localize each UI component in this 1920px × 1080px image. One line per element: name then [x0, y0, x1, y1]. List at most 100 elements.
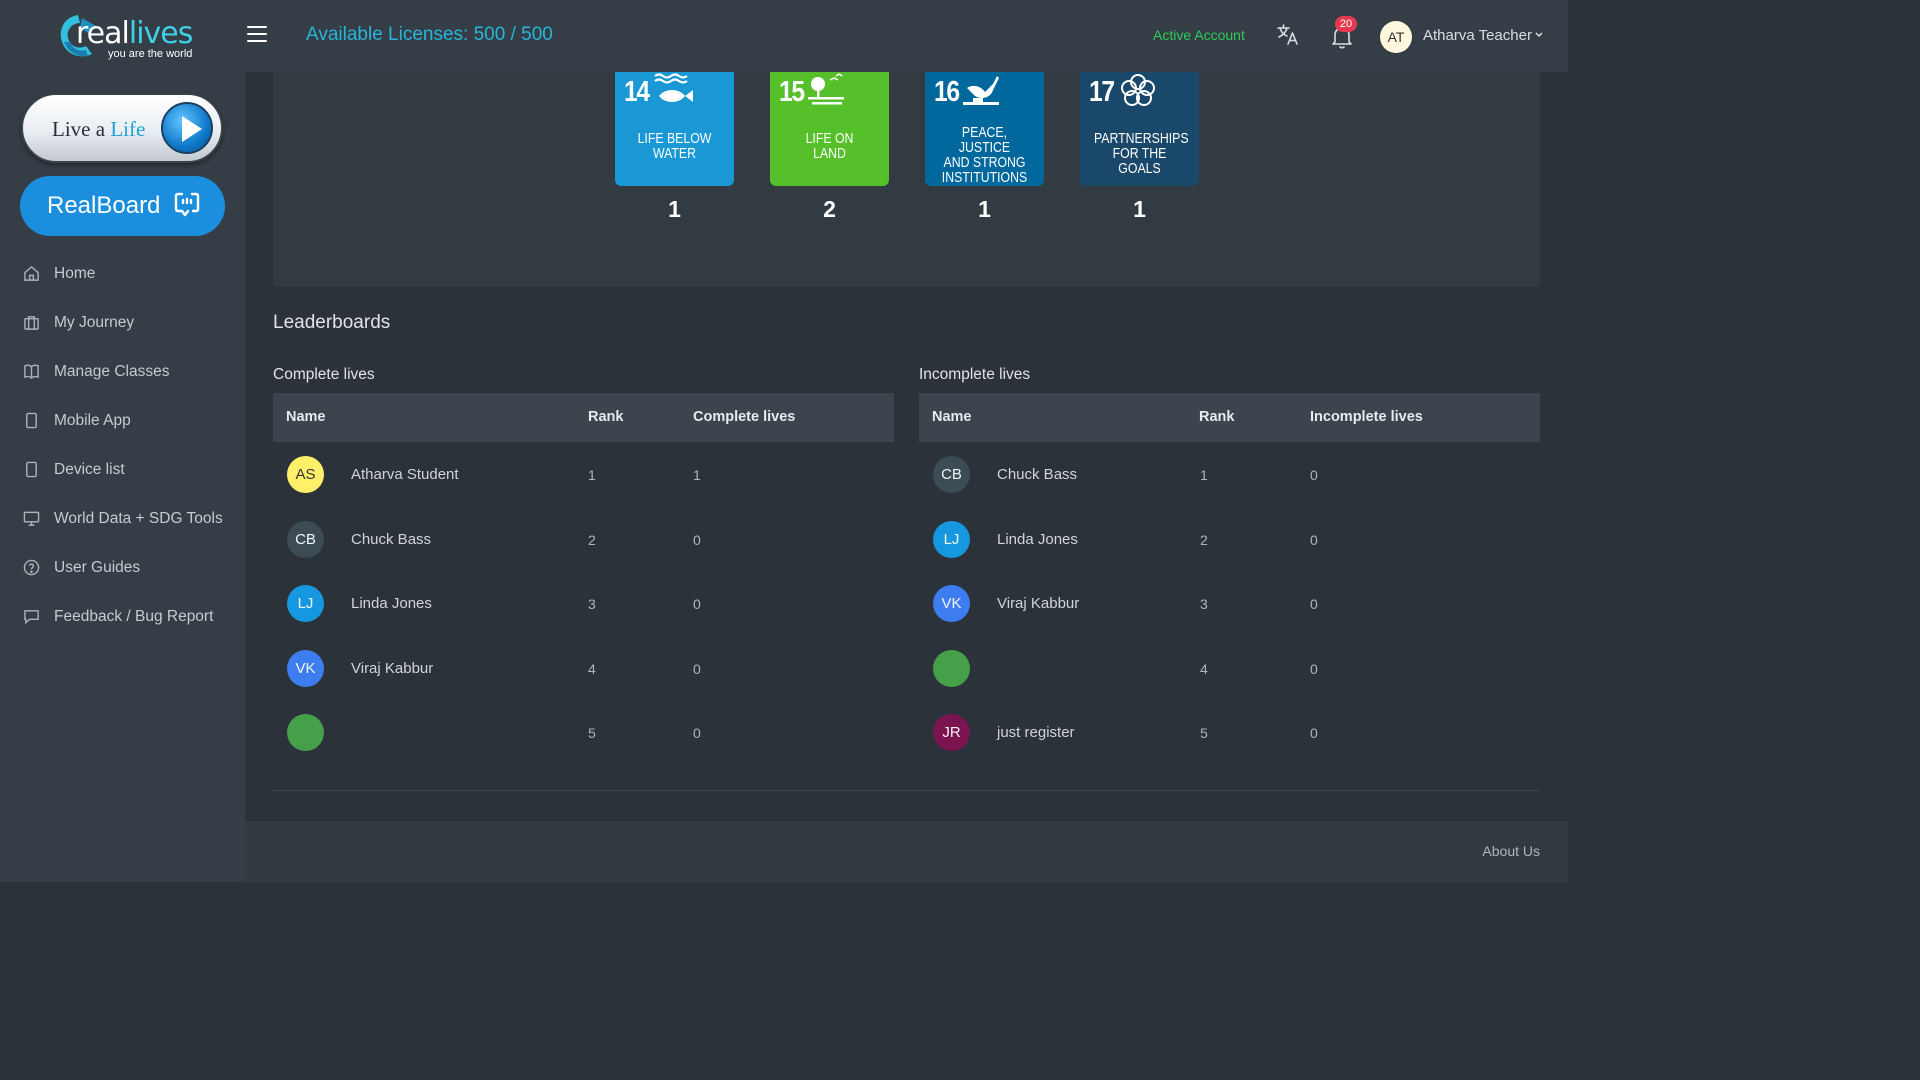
rank-value: 1	[1200, 467, 1208, 483]
notification-badge: 20	[1335, 16, 1357, 32]
device-icon	[26, 461, 37, 478]
book-icon	[24, 364, 39, 380]
help-circle-icon	[23, 559, 40, 576]
leaderboards-heading: Leaderboards	[273, 312, 391, 333]
rank-value: 5	[1200, 725, 1208, 741]
sdg-number: 16	[934, 76, 960, 108]
message-icon	[24, 610, 39, 625]
translate-icon[interactable]	[1276, 23, 1300, 47]
sidebar-item-my-journey[interactable]: My Journey	[0, 298, 245, 347]
sidebar-item-feedback[interactable]: Feedback / Bug Report	[0, 592, 245, 641]
lives-value: 0	[693, 660, 701, 677]
column-header-incomplete-lives[interactable]: Incomplete lives	[1310, 409, 1423, 425]
column-header-name[interactable]: Name	[286, 409, 326, 425]
sdg-number: 17	[1089, 76, 1115, 108]
player-name: Chuck Bass	[997, 466, 1078, 483]
realboard-icon	[174, 192, 200, 217]
player-name: Linda Jones	[997, 530, 1078, 548]
table-row[interactable]: AS Atharva Student 1 1	[273, 442, 894, 507]
incomplete-lives-table: Name Rank Incomplete lives CB Chuck Bass 1…	[919, 393, 1540, 765]
column-header-rank[interactable]: Rank	[1199, 409, 1234, 425]
tree-land-icon	[808, 73, 844, 105]
sdg-title-line: land	[813, 145, 846, 162]
sidebar-item-label: Device list	[54, 460, 125, 478]
footer: About Us	[245, 821, 1568, 882]
account-status: Active Account	[1153, 27, 1245, 43]
live-a-life-button[interactable]: Live a Life	[21, 93, 223, 163]
avatar: CB	[287, 520, 324, 558]
rank-value: 5	[588, 725, 596, 741]
dove-gavel-icon	[963, 76, 999, 105]
sdg-title-line: institutions	[941, 169, 1028, 186]
avatar: AS	[287, 456, 324, 493]
sdg-count-14: 1	[668, 196, 681, 222]
avatar: LJ	[933, 520, 970, 558]
avatar	[933, 649, 970, 687]
user-avatar[interactable]: AT	[1380, 21, 1412, 53]
sdg-tile-14[interactable]: 14 Life below water	[615, 72, 734, 186]
sidebar-item-manage-classes[interactable]: Manage Classes	[0, 347, 245, 396]
table-row[interactable]: LJ Linda Jones 2 0	[919, 507, 1540, 572]
table-row[interactable]: LJ Linda Jones 3 0	[273, 571, 894, 636]
table-row[interactable]: JR just register 5 0	[919, 700, 1540, 765]
sdg-title-line: Life on	[805, 130, 854, 147]
lives-value: 0	[1310, 725, 1318, 741]
rank-value: 4	[588, 660, 596, 677]
sdg-title-line: Life below	[637, 130, 712, 147]
play-icon	[161, 102, 213, 154]
rank-value: 3	[588, 596, 596, 612]
mobile-icon	[26, 412, 37, 429]
column-header-rank[interactable]: Rank	[588, 409, 623, 425]
sidebar-item-label: World Data + SDG Tools	[54, 509, 223, 527]
sdg-title-line: Partnerships	[1093, 130, 1189, 147]
chevron-down-icon[interactable]	[1534, 31, 1544, 39]
player-name: Chuck Bass	[351, 530, 432, 548]
column-header-complete-lives[interactable]: Complete lives	[693, 409, 795, 425]
sidebar-item-device-list[interactable]: Device list	[0, 445, 245, 494]
sdg-number: 14	[624, 76, 650, 108]
section-divider	[273, 790, 1540, 791]
menu-toggle-icon[interactable]	[247, 26, 267, 42]
sidebar-item-home[interactable]: Home	[0, 249, 245, 298]
table-row[interactable]: CB Chuck Bass 1 0	[919, 442, 1540, 507]
player-name: Viraj Kabbur	[351, 659, 434, 677]
avatar: JR	[933, 714, 970, 751]
avatar: CB	[933, 456, 970, 493]
avatar: LJ	[287, 585, 324, 622]
lives-value: 0	[1310, 531, 1318, 548]
sdg-count-17: 1	[1133, 196, 1146, 222]
rank-value: 2	[588, 531, 596, 548]
reallives-logo[interactable]: reallives you are the world	[56, 12, 206, 64]
monitor-icon	[23, 511, 40, 526]
sidebar-item-world-data[interactable]: World Data + SDG Tools	[0, 494, 245, 543]
sdg-title-line: Peace, justice	[958, 124, 1011, 156]
table-row[interactable]: 50	[273, 700, 894, 765]
sidebar-item-label: User Guides	[54, 558, 141, 576]
rank-value: 3	[1200, 596, 1208, 612]
table-row[interactable]: VK Viraj Kabbur 3 0	[919, 571, 1540, 636]
table-header: Name Rank Incomplete lives	[919, 393, 1540, 442]
table-body: AS Atharva Student 1 1 CB Chuck Bass 2 0 LJ Linda…	[273, 442, 894, 765]
sidebar: reallives you are the world Live a Life …	[0, 0, 245, 882]
sdg-title-line: for the goals	[1112, 145, 1167, 177]
about-us-link[interactable]: About Us	[1482, 843, 1540, 859]
table-row[interactable]: VK Viraj Kabbur 4 0	[273, 636, 894, 701]
sdg-tile-17[interactable]: 17 Partnerships for the goals	[1080, 72, 1199, 186]
sidebar-item-label: Feedback / Bug Report	[54, 607, 214, 625]
sidebar-item-label: My Journey	[54, 313, 135, 331]
table-row[interactable]: CB Chuck Bass 2 0	[273, 507, 894, 572]
realboard-button[interactable]: RealBoard	[20, 176, 225, 236]
sdg-tile-16[interactable]: 16 Peace, justice and strong institution…	[925, 72, 1044, 186]
table-header: Name Rank Complete lives	[273, 393, 894, 442]
sidebar-item-mobile-app[interactable]: Mobile App	[0, 396, 245, 445]
user-name[interactable]: Atharva Teacher	[1423, 27, 1532, 44]
sdg-count-15: 2	[823, 196, 836, 222]
lives-value: 0	[693, 531, 701, 548]
sdg-tile-15[interactable]: 15 Life on land	[770, 72, 889, 186]
sidebar-item-user-guides[interactable]: User Guides	[0, 543, 245, 592]
topbar: Available Licenses: 500 / 500 Active Acc…	[245, 0, 1568, 72]
logo-real-text: real	[76, 16, 130, 51]
column-header-name[interactable]: Name	[932, 409, 972, 425]
logo-lives-text: lives	[128, 16, 194, 51]
table-row[interactable]: 40	[919, 636, 1540, 701]
